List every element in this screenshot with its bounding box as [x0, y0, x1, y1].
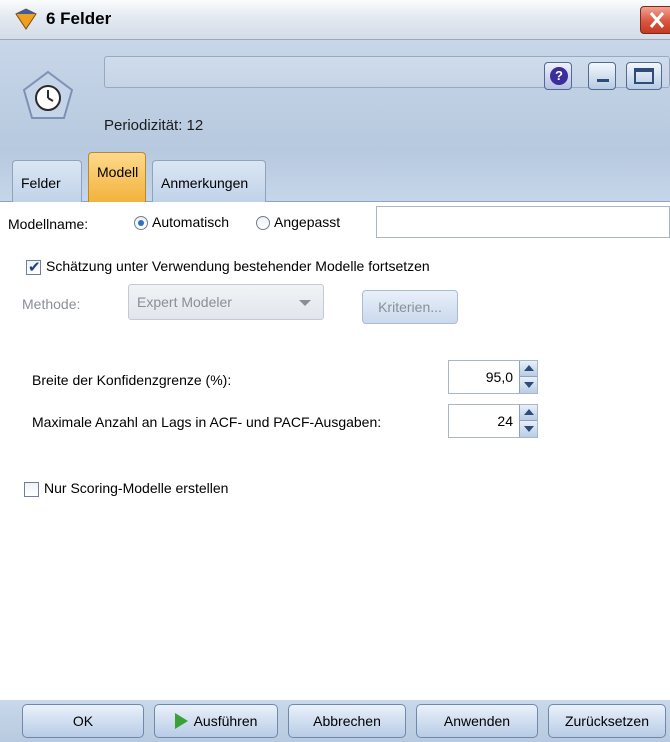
- minimize-button[interactable]: [588, 62, 616, 90]
- chevron-down-icon: [299, 300, 311, 306]
- radio-automatic-label: Automatisch: [152, 214, 230, 230]
- continue-estimation-checkbox[interactable]: [26, 258, 41, 276]
- confidence-stepper[interactable]: 95,0: [448, 360, 538, 394]
- radio-automatic-control[interactable]: [134, 216, 148, 231]
- confidence-label: Breite der Konfidenzgrenze (%):: [32, 372, 232, 388]
- modelname-label: Modellname:: [8, 216, 89, 232]
- button-bar: OK Ausführen Abbrechen Anwenden Zurückse…: [0, 700, 670, 742]
- method-value: Expert Modeler: [137, 294, 232, 310]
- custom-model-name-input[interactable]: [376, 206, 670, 238]
- close-button[interactable]: [640, 6, 670, 34]
- node-header: ? Periodizität: 12: [0, 40, 670, 150]
- stepper-up-icon[interactable]: [519, 405, 537, 421]
- radio-automatic[interactable]: Automatisch: [134, 214, 230, 231]
- node-name-field[interactable]: [104, 56, 670, 88]
- close-icon: [649, 12, 665, 28]
- title-bar: 6 Felder: [0, 0, 670, 40]
- maximize-button[interactable]: [626, 62, 662, 90]
- model-panel: Modellname: Automatisch Angepasst Schätz…: [0, 202, 670, 700]
- criteria-button[interactable]: Kriterien...: [362, 290, 458, 324]
- method-select[interactable]: Expert Modeler: [128, 284, 324, 320]
- stepper-down-icon[interactable]: [519, 377, 537, 393]
- radio-custom-control[interactable]: [256, 216, 270, 231]
- run-button[interactable]: Ausführen: [154, 704, 278, 738]
- method-label: Methode:: [22, 296, 81, 312]
- scoring-only-checkbox[interactable]: [24, 481, 39, 497]
- scoring-only-row[interactable]: Nur Scoring-Modelle erstellen: [24, 480, 228, 497]
- confidence-value: 95,0: [485, 369, 513, 385]
- tab-anmerkungen[interactable]: Anmerkungen: [152, 160, 266, 202]
- stepper-up-icon[interactable]: [519, 361, 537, 377]
- apply-button[interactable]: Anwenden: [416, 704, 538, 738]
- lags-value: 24: [497, 413, 513, 429]
- diamond-node-icon: [15, 8, 37, 30]
- help-button[interactable]: ?: [544, 62, 572, 90]
- radio-custom[interactable]: Angepasst: [256, 214, 341, 231]
- tab-modell[interactable]: Modell: [88, 152, 146, 202]
- periodicity-label: Periodizität: 12: [104, 117, 204, 134]
- continue-estimation-row[interactable]: Schätzung unter Verwendung bestehender M…: [26, 258, 430, 276]
- help-icon: ?: [550, 67, 568, 85]
- tab-strip: Felder Modell Anmerkungen: [0, 150, 670, 202]
- clock-pentagon-icon: [22, 70, 74, 119]
- run-label: Ausführen: [193, 713, 258, 729]
- lags-stepper[interactable]: 24: [448, 404, 538, 438]
- cancel-button[interactable]: Abbrechen: [288, 704, 406, 738]
- radio-custom-label: Angepasst: [274, 214, 341, 230]
- lags-label: Maximale Anzahl an Lags in ACF- und PACF…: [32, 414, 382, 430]
- continue-estimation-label: Schätzung unter Verwendung bestehender M…: [46, 258, 430, 274]
- ok-button[interactable]: OK: [22, 704, 144, 738]
- scoring-only-label: Nur Scoring-Modelle erstellen: [44, 480, 229, 496]
- tab-felder[interactable]: Felder: [12, 160, 82, 202]
- play-icon: [174, 713, 188, 730]
- stepper-down-icon[interactable]: [519, 421, 537, 437]
- window-title: 6 Felder: [46, 9, 112, 28]
- minimize-icon: [597, 79, 609, 82]
- maximize-icon: [634, 68, 654, 84]
- reset-button[interactable]: Zurücksetzen: [548, 704, 666, 738]
